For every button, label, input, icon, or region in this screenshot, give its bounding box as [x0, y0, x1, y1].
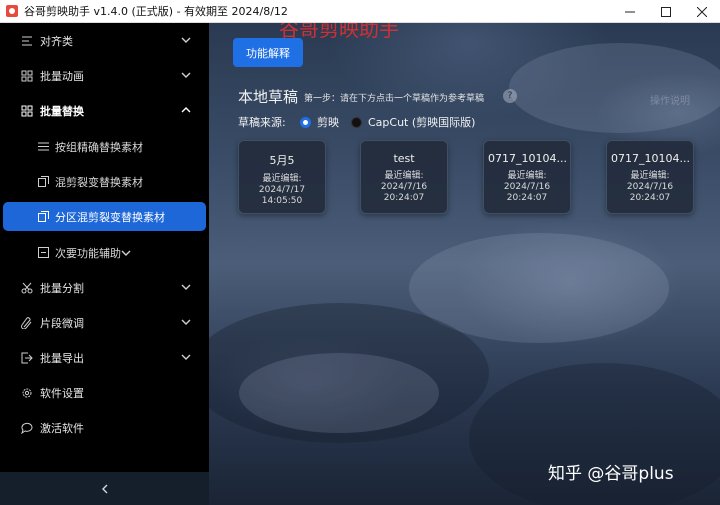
- draft-card[interactable]: 0717_10104... 最近编辑: 2024/7/16 20:24:07: [606, 140, 694, 214]
- draft-edited-label: 最近编辑:: [384, 171, 424, 181]
- sidebar-subitem-group-replace[interactable]: 按组精确替换素材: [0, 129, 209, 164]
- radio-capcut[interactable]: CapCut (剪映国际版): [351, 114, 475, 130]
- sidebar-item-activate[interactable]: 激活软件: [0, 410, 209, 445]
- grid-icon: [20, 104, 34, 118]
- minimize-icon: [625, 11, 635, 12]
- draft-edited-label: 最近编辑:: [507, 171, 547, 181]
- sidebar-item-batch-export[interactable]: 批量导出: [0, 340, 209, 375]
- draft-card[interactable]: test 最近编辑: 2024/7/16 20:24:07: [360, 140, 448, 214]
- draft-edited-label: 最近编辑:: [630, 171, 670, 181]
- step-instruction: 第一步：请在下方点击一个草稿作为参考草稿: [304, 94, 485, 104]
- sidebar-item-label: 批量动画: [40, 69, 84, 83]
- sidebar-item-clip-adjust[interactable]: 片段微调: [0, 305, 209, 340]
- sidebar-subitem-label: 次要功能辅助: [55, 246, 121, 260]
- maximize-button[interactable]: [648, 0, 684, 23]
- draft-time: 14:05:50: [261, 196, 303, 206]
- chevron-down-icon: [179, 68, 193, 82]
- radio-label: 剪映: [317, 116, 339, 129]
- app-logo-icon: [6, 5, 18, 17]
- sidebar-item-settings[interactable]: 软件设置: [0, 375, 209, 410]
- draft-date: 2024/7/16: [626, 182, 674, 192]
- sidebar-item-batch-split[interactable]: 批量分割: [0, 270, 209, 305]
- sidebar-item-label: 批量替换: [40, 104, 84, 118]
- list-icon: [37, 141, 49, 153]
- chevron-down-icon: [179, 33, 193, 47]
- radio-unselected-icon: [351, 116, 362, 128]
- copy-icon: [37, 176, 49, 188]
- sidebar-subitem-zone-mix-replace[interactable]: 分区混剪裂变替换素材: [3, 202, 206, 231]
- chevron-down-icon: [179, 315, 193, 329]
- draft-name: 0717_10104...: [488, 152, 567, 165]
- title-bar: 谷哥剪映助手 v1.4.0 (正式版) - 有效期至 2024/8/12: [0, 0, 720, 23]
- draft-date: 2024/7/16: [380, 182, 428, 192]
- draft-card[interactable]: 0717_10104... 最近编辑: 2024/7/16 20:24:07: [483, 140, 571, 214]
- gear-icon: [20, 386, 34, 400]
- draft-date: 2024/7/17: [258, 185, 306, 195]
- radio-label: CapCut (剪映国际版): [368, 116, 476, 129]
- window-controls: [612, 0, 720, 23]
- draft-time: 20:24:07: [383, 193, 425, 203]
- clip-icon: [20, 316, 34, 330]
- draft-date: 2024/7/16: [503, 182, 551, 192]
- draft-card[interactable]: 5月5 最近编辑: 2024/7/17 14:05:50: [238, 140, 326, 214]
- sidebar-item-align[interactable]: 对齐类: [0, 23, 209, 58]
- maximize-icon: [661, 6, 671, 17]
- explain-button[interactable]: 功能解释: [233, 38, 303, 67]
- page-title: 本地草稿: [238, 88, 299, 106]
- faded-label: 操作说明: [650, 96, 690, 107]
- chat-icon: [20, 421, 34, 435]
- radio-selected-icon: [300, 116, 311, 128]
- draft-time: 20:24:07: [506, 193, 548, 203]
- help-icon[interactable]: ?: [503, 89, 517, 103]
- sidebar-item-label: 批量分割: [40, 281, 84, 295]
- chevron-up-icon: [179, 103, 193, 117]
- sidebar-subitem-label: 混剪裂变替换素材: [55, 175, 143, 189]
- main-panel: 谷哥剪映助手 功能解释 本地草稿 第一步：请在下方点击一个草稿作为参考草稿 ? …: [209, 23, 720, 505]
- radio-jianying[interactable]: 剪映: [300, 114, 339, 130]
- sidebar-item-batch-animation[interactable]: 批量动画: [0, 58, 209, 93]
- draft-name: 0717_10104...: [611, 152, 690, 165]
- square-icon: [37, 247, 49, 259]
- sidebar-subitem-secondary-aux[interactable]: 次要功能辅助: [0, 235, 209, 270]
- sidebar-item-label: 批量导出: [40, 351, 84, 365]
- sidebar-item-batch-replace[interactable]: 批量替换: [0, 93, 209, 128]
- draft-time: 20:24:07: [629, 193, 671, 203]
- align-icon: [20, 34, 34, 48]
- background-cloud: [509, 43, 720, 133]
- export-icon: [20, 351, 34, 365]
- window-title: 谷哥剪映助手 v1.4.0 (正式版) - 有效期至 2024/8/12: [24, 5, 288, 18]
- chevron-down-icon: [179, 350, 193, 364]
- minimize-button[interactable]: [612, 0, 648, 23]
- close-icon: [697, 6, 707, 17]
- sidebar-item-label: 激活软件: [40, 421, 84, 435]
- sidebar: 对齐类 批量动画 批量替换 按组精确替换素材 混剪裂变替换素材 分区混剪裂变替换…: [0, 23, 209, 505]
- draft-edited-label: 最近编辑:: [262, 174, 302, 184]
- grid-icon: [20, 69, 34, 83]
- sidebar-subitem-mix-replace[interactable]: 混剪裂变替换素材: [0, 164, 209, 199]
- sidebar-item-label: 对齐类: [40, 34, 73, 48]
- copy-icon: [37, 211, 49, 223]
- source-label: 草稿来源:: [238, 116, 286, 129]
- sidebar-subitem-label: 分区混剪裂变替换素材: [55, 210, 165, 224]
- draft-name: 5月5: [269, 154, 295, 167]
- draft-name: test: [393, 152, 415, 165]
- close-button[interactable]: [684, 0, 720, 23]
- sidebar-subitem-label: 按组精确替换素材: [55, 140, 143, 154]
- scissors-icon: [20, 281, 34, 295]
- chevron-down-icon: [121, 246, 131, 259]
- background-cloud: [239, 353, 439, 433]
- chevron-down-icon: [179, 280, 193, 294]
- sidebar-collapse-button[interactable]: [0, 472, 209, 505]
- watermark: 知乎 @谷哥plus: [548, 464, 674, 484]
- sidebar-item-label: 软件设置: [40, 386, 84, 400]
- sidebar-item-label: 片段微调: [40, 316, 84, 330]
- chevron-left-icon: [101, 484, 107, 493]
